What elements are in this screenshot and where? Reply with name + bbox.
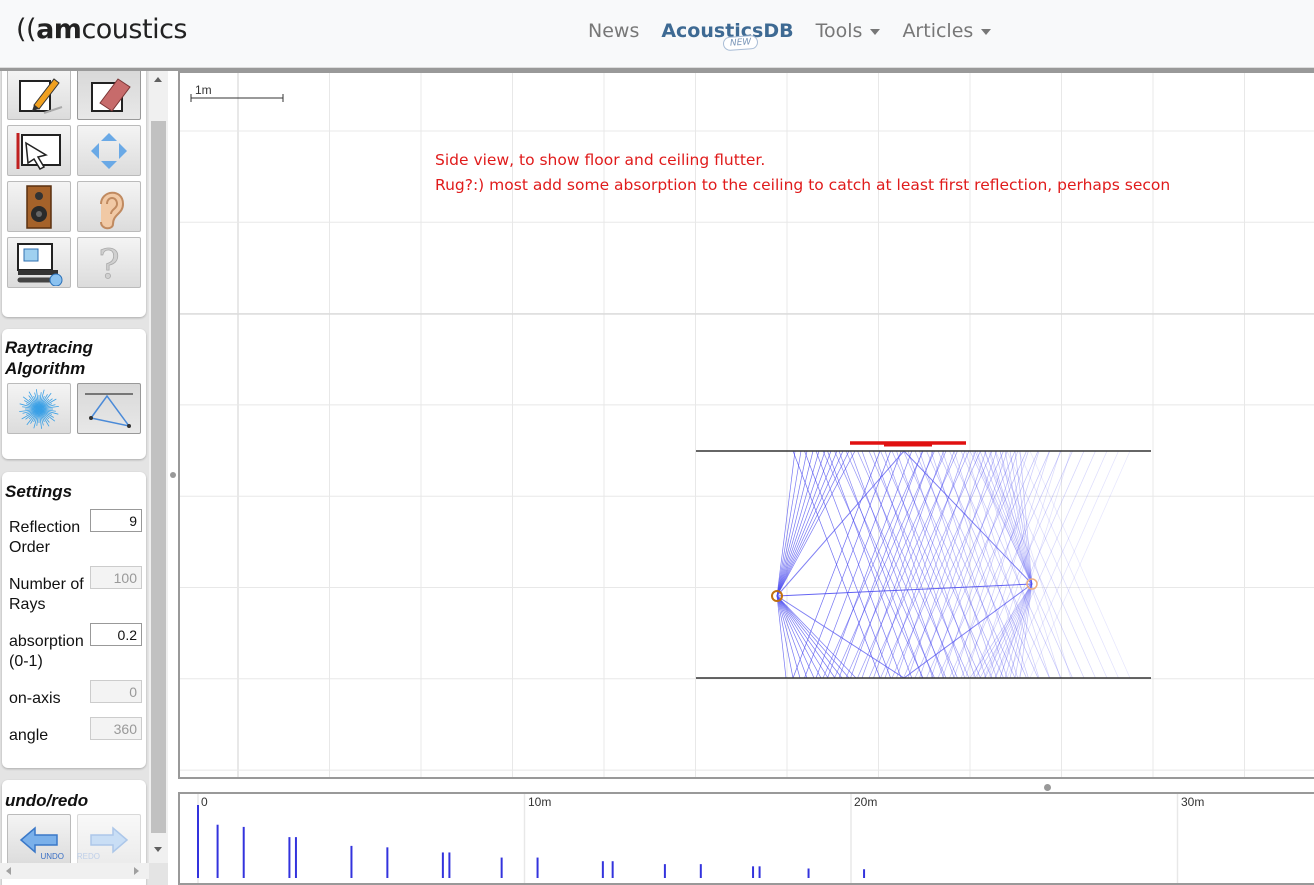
room-canvas[interactable]: 1m Side view, to show floor and ceiling … bbox=[178, 71, 1314, 779]
pencil-icon bbox=[19, 77, 63, 114]
nav-articles-dropdown[interactable]: Articles bbox=[902, 20, 992, 42]
listener-button[interactable] bbox=[77, 181, 141, 232]
nav-acousticsdb[interactable]: AcousticsDB NEW bbox=[661, 20, 794, 52]
angle-input[interactable] bbox=[90, 717, 142, 740]
top-navbar: ((amcoustics News AcousticsDB NEW Tools A… bbox=[0, 0, 1314, 68]
ear-icon bbox=[100, 191, 125, 229]
select-button[interactable] bbox=[7, 125, 71, 176]
eraser-button[interactable] bbox=[77, 71, 141, 120]
settings-title: Settings bbox=[5, 482, 73, 501]
logo-text: coustics bbox=[81, 14, 187, 45]
raytracing-box: Raytracing Algorithm bbox=[2, 329, 146, 459]
undo-arrow-icon bbox=[19, 825, 58, 854]
ray-burst-algorithm-button[interactable] bbox=[7, 383, 71, 434]
draw-wall-button[interactable] bbox=[7, 71, 71, 120]
help-button[interactable]: ? bbox=[77, 237, 141, 288]
image-source-algorithm-button[interactable] bbox=[77, 383, 141, 434]
room-settings-button[interactable] bbox=[7, 237, 71, 288]
select-arrow-icon bbox=[16, 132, 61, 170]
raytracing-title: Raytracing Algorithm bbox=[5, 337, 93, 379]
number-of-rays-input[interactable] bbox=[90, 566, 142, 589]
move-arrows-icon bbox=[91, 132, 127, 169]
undo-button[interactable]: UNDO bbox=[7, 814, 71, 865]
reflection-order-label: Reflection Order bbox=[9, 519, 81, 556]
image-source-icon bbox=[85, 392, 133, 428]
left-tool-panel: ? Raytracing Algorithm Settings Reflecti… bbox=[0, 71, 168, 885]
reflection-order-input[interactable] bbox=[90, 509, 142, 532]
nav-tools-dropdown[interactable]: Tools bbox=[816, 20, 881, 42]
vertical-splitter-handle[interactable] bbox=[170, 472, 176, 478]
nav-tools-label: Tools bbox=[815, 20, 863, 42]
scroll-left-icon[interactable] bbox=[6, 867, 11, 875]
nav-articles-label: Articles bbox=[902, 20, 974, 42]
logo-mark: am bbox=[36, 14, 82, 45]
horizontal-splitter-handle[interactable] bbox=[1044, 784, 1051, 791]
redo-label: REDO bbox=[76, 852, 100, 861]
scroll-down-icon[interactable] bbox=[154, 847, 162, 852]
echogram-panel: 0 10m 20m 30m bbox=[178, 792, 1314, 885]
tools-box: ? bbox=[2, 71, 146, 317]
redo-arrow-icon bbox=[90, 825, 129, 854]
echogram-tick-0: 0 bbox=[201, 795, 208, 809]
angle-label: angle bbox=[9, 727, 49, 744]
chevron-down-icon bbox=[981, 28, 992, 35]
nav-news[interactable]: News bbox=[588, 20, 639, 42]
settings-box: Settings ReflectionOrder Number ofRays a… bbox=[2, 472, 146, 768]
scroll-up-icon[interactable] bbox=[154, 77, 162, 82]
left-panel-scroll-thumb[interactable] bbox=[151, 121, 166, 833]
raytracing-title-line1: Raytracing bbox=[5, 338, 93, 357]
speaker-icon bbox=[26, 184, 52, 229]
absorption-label: absorption (0-1) bbox=[9, 633, 84, 670]
logo-waves: (( bbox=[16, 14, 37, 45]
echogram-tick-10m: 10m bbox=[528, 795, 552, 809]
new-badge: NEW bbox=[722, 34, 760, 52]
echogram-chart bbox=[197, 794, 1179, 883]
annotation-line-1: Side view, to show floor and ceiling flu… bbox=[435, 151, 766, 169]
on-axis-input[interactable] bbox=[90, 680, 142, 703]
echogram-tick-20m: 20m bbox=[854, 795, 878, 809]
move-button[interactable] bbox=[77, 125, 141, 176]
ray-paths bbox=[776, 450, 1131, 679]
nav-news-label: News bbox=[588, 20, 640, 42]
undo-label: UNDO bbox=[40, 852, 64, 861]
eraser-icon bbox=[91, 77, 131, 112]
question-icon: ? bbox=[98, 241, 120, 286]
annotation-line-2: Rug?:) most add some absorption to the c… bbox=[435, 176, 1171, 194]
chevron-down-icon bbox=[870, 28, 881, 35]
redo-button[interactable]: REDO bbox=[77, 814, 141, 865]
nav-links: News AcousticsDB NEW Tools Articles bbox=[588, 20, 1013, 52]
monitor-wrench-icon bbox=[17, 242, 63, 286]
undo-redo-title: undo/redo bbox=[5, 791, 89, 810]
absorption-input[interactable] bbox=[90, 623, 142, 646]
echogram-tick-30m: 30m bbox=[1181, 795, 1205, 809]
on-axis-label: on-axis bbox=[9, 690, 61, 707]
svg-text:?: ? bbox=[98, 242, 119, 286]
raytracing-title-line2: Algorithm bbox=[5, 359, 86, 378]
speaker-button[interactable] bbox=[7, 181, 71, 232]
scale-bar-label: 1m bbox=[195, 83, 212, 97]
number-of-rays-label: Number of Rays bbox=[9, 576, 84, 613]
left-panel-hscrollbar[interactable] bbox=[0, 863, 149, 879]
scroll-right-icon[interactable] bbox=[134, 867, 139, 875]
site-logo[interactable]: ((amcoustics bbox=[16, 14, 187, 45]
ray-burst-icon bbox=[19, 388, 59, 429]
